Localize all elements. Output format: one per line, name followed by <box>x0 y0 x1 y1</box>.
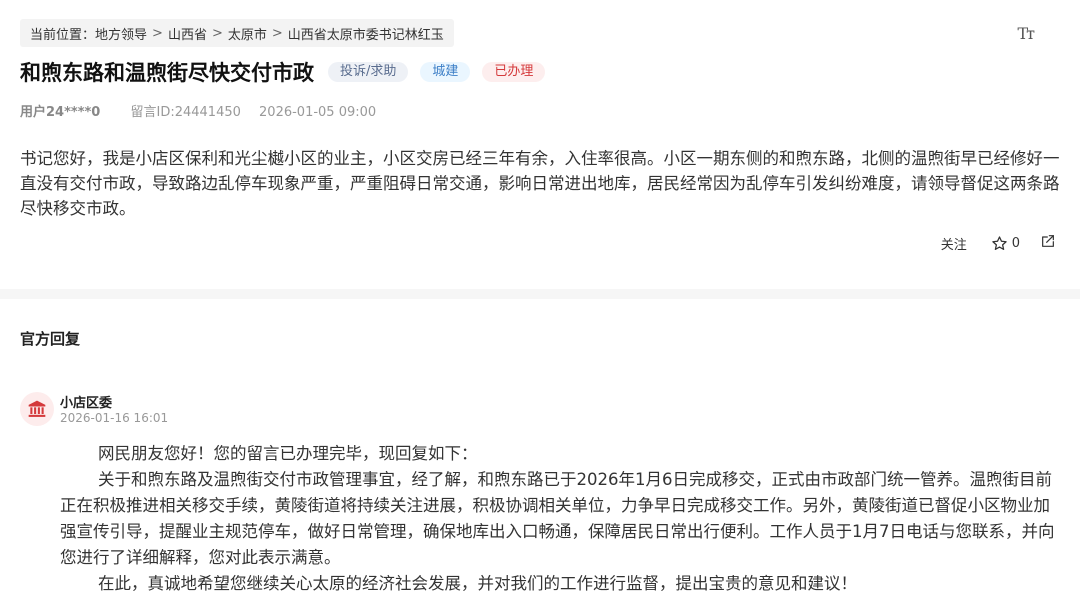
post-actions: 关注 0 <box>941 233 1056 253</box>
share-icon <box>1042 235 1054 247</box>
follow-button[interactable]: 关注 <box>941 234 967 253</box>
like-count: 0 <box>1011 235 1020 251</box>
breadcrumb-item-province[interactable]: 山西省 <box>168 24 207 43</box>
font-size-toggle-icon[interactable]: Tт <box>1017 24 1034 43</box>
reply-time: 2026-01-16 16:01 <box>60 411 169 425</box>
like-button[interactable]: 0 <box>991 235 1020 252</box>
section-divider <box>0 289 1080 299</box>
status-badge: 已办理 <box>482 62 546 82</box>
breadcrumb-separator: > <box>152 25 163 41</box>
reply-section-title: 官方回复 <box>20 330 81 348</box>
post-meta: 用户24****0 留言ID:24441450 2026-01-05 09:00 <box>20 101 376 120</box>
reply-paragraph: 关于和煦东路及温煦街交付市政管理事宜，经了解，和煦东路已于2026年1月6日完成… <box>60 470 1055 567</box>
share-button[interactable] <box>1040 233 1056 253</box>
field-tag: 城建 <box>420 62 471 82</box>
breadcrumb: 当前位置： 地方领导 > 山西省 > 太原市 > 山西省太原市委书记林红玉 <box>20 19 454 47</box>
breadcrumb-item-city[interactable]: 太原市 <box>228 24 267 43</box>
star-outline-icon <box>991 235 1007 250</box>
government-building-icon <box>28 400 46 417</box>
post-content: 书记您好，我是小店区保利和光尘樾小区的业主，小区交房已经三年有余，入住率很高。小… <box>20 149 1060 218</box>
reply-org-name: 小店区委 <box>60 396 113 411</box>
breadcrumb-item-leaders[interactable]: 地方领导 <box>95 24 147 43</box>
breadcrumb-item-leader[interactable]: 山西省太原市委书记林红玉 <box>288 24 444 43</box>
breadcrumb-separator: > <box>211 25 223 41</box>
reply-body: 网民朋友您好！您的留言已办理完毕，现回复如下： 关于和煦东路及温煦街交付市政管理… <box>60 441 1060 597</box>
post-user: 用户24****0 <box>20 105 101 120</box>
reply-paragraph: 在此，真诚地希望您继续关心太原的经济社会发展，并对我们的工作进行监督，提出宝贵的… <box>98 574 857 593</box>
post-time: 2026-01-05 09:00 <box>259 105 377 120</box>
category-tag: 投诉/求助 <box>328 62 409 82</box>
reply-paragraph: 网民朋友您好！您的留言已办理完毕，现回复如下： <box>98 444 478 463</box>
avatar <box>20 392 54 426</box>
breadcrumb-separator: > <box>271 25 283 41</box>
message-id: 留言ID:24441450 <box>130 105 241 120</box>
title-row: 和煦东路和温煦街尽快交付市政 投诉/求助 城建 已办理 <box>20 56 557 88</box>
page-title: 和煦东路和温煦街尽快交付市政 <box>20 61 314 85</box>
breadcrumb-prefix: 当前位置： <box>30 27 96 43</box>
